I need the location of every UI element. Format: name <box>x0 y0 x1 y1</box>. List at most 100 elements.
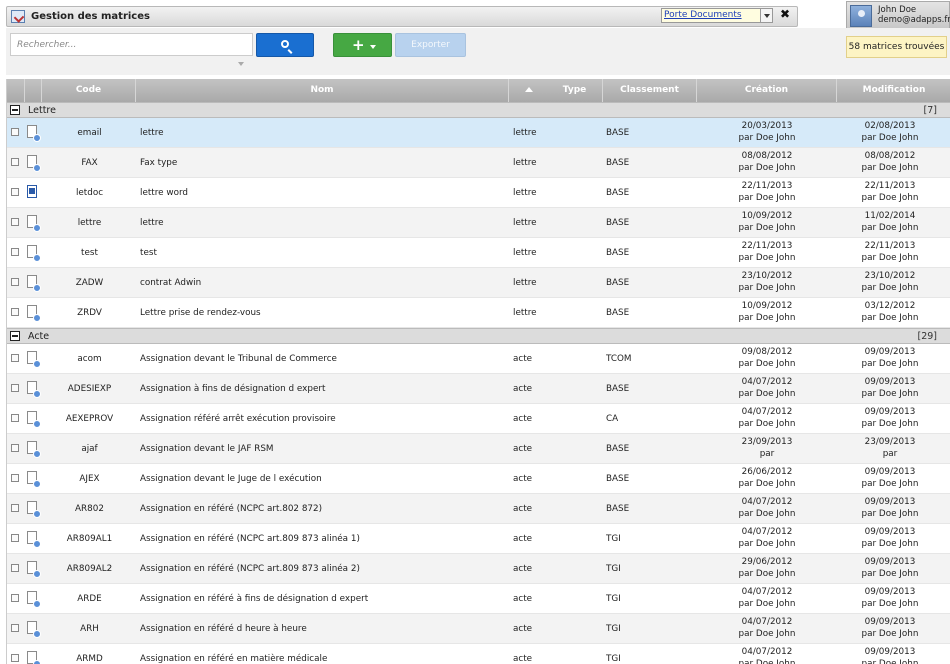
table-row[interactable]: ARMD Assignation en référé en matière méd… <box>7 644 950 664</box>
row-checkbox[interactable] <box>11 188 19 196</box>
document-icon[interactable] <box>27 245 41 262</box>
document-icon[interactable] <box>27 381 41 398</box>
group-header[interactable]: Lettre [7] <box>7 102 950 118</box>
user-panel[interactable]: John Doe demo@adapps.fr <box>846 1 950 31</box>
document-icon[interactable] <box>27 471 41 488</box>
row-checkbox[interactable] <box>11 534 19 542</box>
document-icon[interactable] <box>27 411 41 428</box>
document-icon[interactable] <box>27 561 41 578</box>
search-input[interactable]: Rechercher... <box>10 33 253 56</box>
document-icon[interactable] <box>27 591 41 608</box>
header-classement[interactable]: Classement <box>603 79 697 102</box>
row-checkbox[interactable] <box>11 624 19 632</box>
search-button[interactable] <box>256 33 314 57</box>
row-checkbox[interactable] <box>11 158 19 166</box>
export-button[interactable]: Exporter <box>395 33 466 57</box>
document-icon[interactable] <box>27 441 41 458</box>
document-icon[interactable] <box>27 651 41 664</box>
document-icon[interactable] <box>27 531 41 548</box>
table-row[interactable]: ZRDV Lettre prise de rendez-vous lettre BAS… <box>7 298 950 328</box>
modification-author: par <box>882 448 898 459</box>
table-row[interactable]: acom Assignation devant le Tribunal de Co… <box>7 344 950 374</box>
document-icon[interactable] <box>27 305 41 322</box>
document-selector-label[interactable]: Porte Documents <box>664 10 742 20</box>
collapse-icon[interactable] <box>10 105 20 115</box>
header-select[interactable] <box>7 79 25 102</box>
table-row[interactable]: email lettre lettre BASE 20/03/2013 par Doe J… <box>7 118 950 148</box>
row-creation: 04/07/2012 par Doe John <box>707 587 827 611</box>
chevron-down-icon[interactable] <box>760 9 772 22</box>
row-classement: BASE <box>606 474 630 484</box>
row-checkbox[interactable] <box>11 308 19 316</box>
row-checkbox[interactable] <box>11 414 19 422</box>
row-checkbox[interactable] <box>11 278 19 286</box>
modification-author: par Doe John <box>861 658 919 664</box>
row-checkbox[interactable] <box>11 248 19 256</box>
header-nom[interactable]: Nom <box>136 79 509 102</box>
creation-date: 23/09/2013 <box>741 437 793 447</box>
document-icon[interactable] <box>27 621 41 638</box>
row-classement: BASE <box>606 218 630 228</box>
table-row[interactable]: ADESIEXP Assignation à fins de désignatio… <box>7 374 950 404</box>
table-row[interactable]: ARDE Assignation en référé à fins de dési… <box>7 584 950 614</box>
row-creation: 22/11/2013 par Doe John <box>707 241 827 265</box>
row-checkbox[interactable] <box>11 564 19 572</box>
row-checkbox[interactable] <box>11 654 19 662</box>
table-row[interactable]: ARH Assignation en référé d heure à heure… <box>7 614 950 644</box>
row-classement: BASE <box>606 278 630 288</box>
row-checkbox[interactable] <box>11 504 19 512</box>
table-row[interactable]: AJEX Assignation devant le Juge de l exéc… <box>7 464 950 494</box>
document-selector[interactable]: Porte Documents <box>661 8 773 23</box>
row-type: lettre <box>513 218 537 228</box>
header-modification[interactable]: Modification <box>837 79 950 102</box>
table-row[interactable]: letdoc lettre word lettre BASE 22/11/2013 par… <box>7 178 950 208</box>
table-row[interactable]: test test lettre BASE 22/11/2013 par Doe John… <box>7 238 950 268</box>
close-icon[interactable]: ✖ <box>780 7 790 21</box>
table-row[interactable]: AR802 Assignation en référé (NCPC art.802… <box>7 494 950 524</box>
table-row[interactable]: lettre lettre lettre BASE 10/09/2012 par Doe … <box>7 208 950 238</box>
modification-date: 09/09/2013 <box>864 617 916 627</box>
table-row[interactable]: ZADW contrat Adwin lettre BASE 23/10/2012 par… <box>7 268 950 298</box>
row-creation: 04/07/2012 par Doe John <box>707 407 827 431</box>
modification-date: 09/09/2013 <box>864 527 916 537</box>
row-type: lettre <box>513 158 537 168</box>
creation-author: par Doe John <box>738 658 796 664</box>
table-row[interactable]: AR809AL1 Assignation en référé (NCPC art.… <box>7 524 950 554</box>
expand-search-icon[interactable] <box>238 62 244 66</box>
header-type[interactable]: Type <box>509 79 603 102</box>
document-icon[interactable] <box>27 125 41 142</box>
document-icon[interactable] <box>27 275 41 292</box>
row-checkbox[interactable] <box>11 128 19 136</box>
row-checkbox[interactable] <box>11 384 19 392</box>
row-name: Assignation en référé (NCPC art.809 873 … <box>140 564 360 574</box>
row-checkbox[interactable] <box>11 474 19 482</box>
header-creation[interactable]: Création <box>697 79 837 102</box>
add-matrix-button[interactable]: + <box>333 33 392 57</box>
table-row[interactable]: ajaf Assignation devant le JAF RSM acte BAS… <box>7 434 950 464</box>
collapse-icon[interactable] <box>10 331 20 341</box>
word-document-icon[interactable] <box>27 185 37 198</box>
document-icon[interactable] <box>27 501 41 518</box>
creation-author: par Doe John <box>738 252 796 263</box>
row-checkbox[interactable] <box>11 218 19 226</box>
row-type: acte <box>513 594 533 604</box>
table-row[interactable]: AR809AL2 Assignation en référé (NCPC art.… <box>7 554 950 584</box>
table-row[interactable]: AEXEPROV Assignation référé arrêt exécuti… <box>7 404 950 434</box>
row-modification: 09/09/2013 par Doe John <box>837 647 943 664</box>
creation-date: 10/09/2012 <box>741 211 793 221</box>
row-creation: 23/09/2013 par <box>707 437 827 461</box>
toolbar: Rechercher... + Exporter <box>6 28 950 75</box>
row-checkbox[interactable] <box>11 444 19 452</box>
row-checkbox[interactable] <box>11 594 19 602</box>
row-checkbox[interactable] <box>11 354 19 362</box>
document-icon[interactable] <box>27 215 41 232</box>
group-header[interactable]: Acte [29] <box>7 328 950 344</box>
document-icon[interactable] <box>27 351 41 368</box>
creation-author: par Doe John <box>738 388 796 399</box>
table-row[interactable]: FAX Fax type lettre BASE 08/08/2012 par Doe J… <box>7 148 950 178</box>
header-code[interactable]: Code <box>42 79 136 102</box>
modification-author: par Doe John <box>861 538 919 549</box>
row-modification: 09/09/2013 par Doe John <box>837 377 943 401</box>
row-modification: 09/09/2013 par Doe John <box>837 557 943 581</box>
document-icon[interactable] <box>27 155 41 172</box>
